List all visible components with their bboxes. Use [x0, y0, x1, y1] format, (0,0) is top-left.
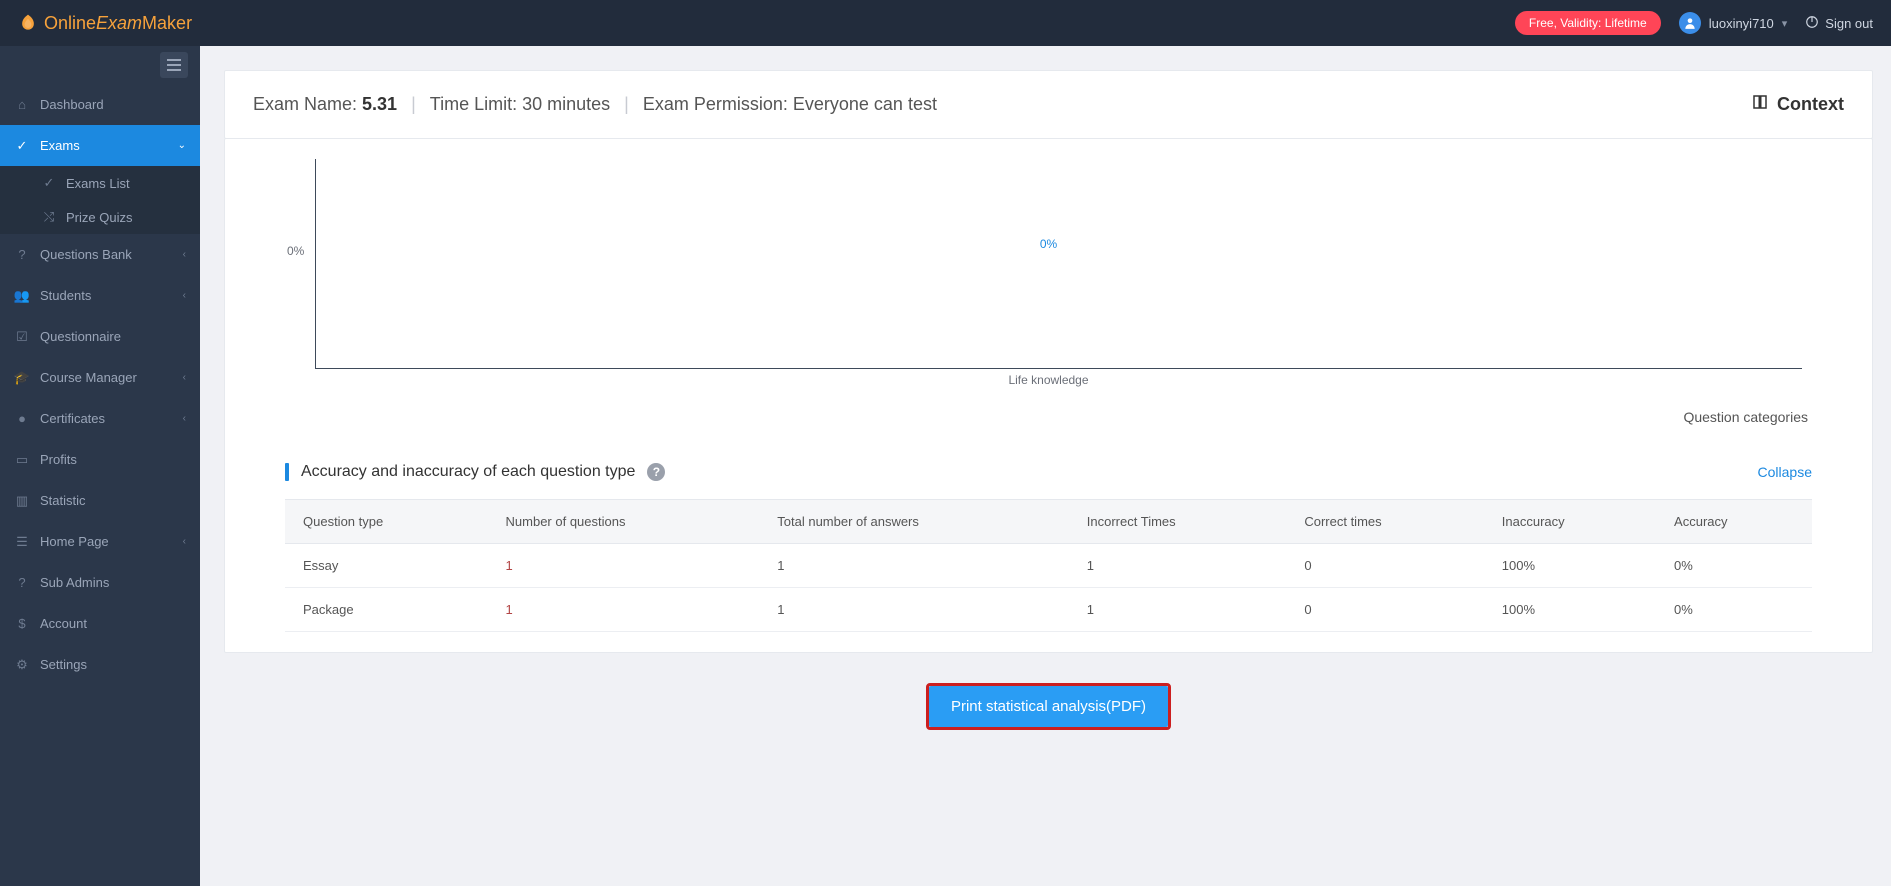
graduation-icon: 🎓: [14, 370, 30, 386]
collapse-link[interactable]: Collapse: [1758, 464, 1812, 480]
table-row: Package 1 1 1 0 100% 0%: [285, 588, 1812, 632]
shuffle-icon: ⤭: [42, 209, 56, 225]
sidebar-subitem-exams-list[interactable]: ✓Exams List: [0, 166, 200, 200]
separator: |: [411, 94, 416, 115]
sidebar-item-certificates[interactable]: ●Certificates‹: [0, 398, 200, 439]
sidebar-item-home-page[interactable]: ☰Home Page‹: [0, 521, 200, 562]
question-icon: ?: [14, 575, 30, 590]
table-row: Essay 1 1 1 0 100% 0%: [285, 544, 1812, 588]
th-correct: Correct times: [1286, 500, 1483, 544]
book-icon: [1751, 93, 1769, 116]
power-icon: [1805, 15, 1819, 32]
chart-panel: 0% 0% Life knowledge Question categories: [225, 139, 1872, 435]
sidebar-item-sub-admins[interactable]: ?Sub Admins: [0, 562, 200, 603]
accuracy-table: Question type Number of questions Total …: [285, 499, 1812, 632]
print-button-highlight: Print statistical analysis(PDF): [926, 683, 1171, 730]
chart-bar-value: 0%: [1040, 237, 1057, 251]
help-icon[interactable]: ?: [647, 463, 665, 481]
exam-header: Exam Name: 5.31 | Time Limit: 30 minutes…: [224, 70, 1873, 139]
brand-text: OnlineExamMaker: [44, 13, 192, 34]
dollar-icon: $: [14, 616, 30, 631]
chevron-left-icon: ‹: [183, 413, 186, 424]
sidebar-item-exams[interactable]: ✓Exams⌄: [0, 125, 200, 166]
table-header-row: Question type Number of questions Total …: [285, 500, 1812, 544]
chevron-left-icon: ‹: [183, 536, 186, 547]
sidebar: ⌂Dashboard ✓Exams⌄ ✓Exams List ⤭Prize Qu…: [0, 46, 200, 886]
th-question-type: Question type: [285, 500, 488, 544]
chevron-left-icon: ‹: [183, 249, 186, 260]
chart-category-label: Life knowledge: [1008, 373, 1088, 387]
certificate-icon: ●: [14, 411, 30, 426]
home-icon: ⌂: [14, 97, 30, 112]
th-accuracy: Accuracy: [1656, 500, 1812, 544]
y-tick-label: 0%: [287, 244, 304, 258]
card-icon: ▭: [14, 452, 30, 468]
validity-pill[interactable]: Free, Validity: Lifetime: [1515, 11, 1661, 35]
sidebar-item-questionnaire[interactable]: ☑Questionnaire: [0, 316, 200, 357]
layout-icon: ☰: [14, 534, 30, 550]
section-accent-bar: [285, 463, 289, 481]
separator: |: [624, 94, 629, 115]
main-content: Exam Name: 5.31 | Time Limit: 30 minutes…: [200, 46, 1891, 886]
sidebar-item-students[interactable]: 👥Students‹: [0, 275, 200, 316]
section-title: Accuracy and inaccuracy of each question…: [301, 463, 635, 481]
sidebar-item-dashboard[interactable]: ⌂Dashboard: [0, 84, 200, 125]
chevron-down-icon: ▾: [1782, 17, 1788, 30]
users-icon: 👥: [14, 288, 30, 304]
th-inaccuracy: Inaccuracy: [1484, 500, 1656, 544]
topbar: OnlineExamMaker Free, Validity: Lifetime…: [0, 0, 1891, 46]
th-num-questions: Number of questions: [488, 500, 760, 544]
accuracy-section: Accuracy and inaccuracy of each question…: [225, 435, 1872, 652]
sidebar-item-questions-bank[interactable]: ?Questions Bank‹: [0, 234, 200, 275]
username: luoxinyi710: [1709, 16, 1774, 31]
chevron-left-icon: ‹: [183, 372, 186, 383]
print-button[interactable]: Print statistical analysis(PDF): [929, 686, 1168, 727]
check-circle-icon: ✓: [14, 138, 30, 154]
sidebar-toggle[interactable]: [160, 52, 188, 78]
sidebar-item-course-manager[interactable]: 🎓Course Manager‹: [0, 357, 200, 398]
signout-button[interactable]: Sign out: [1805, 15, 1873, 32]
exam-name: Exam Name: 5.31: [253, 94, 397, 115]
sidebar-subitem-prize-quizs[interactable]: ⤭Prize Quizs: [0, 200, 200, 234]
logo-icon: [18, 13, 38, 33]
sidebar-item-statistic[interactable]: ▥Statistic: [0, 480, 200, 521]
avatar-icon: [1679, 12, 1701, 34]
time-limit: Time Limit: 30 minutes: [430, 94, 610, 115]
sidebar-item-settings[interactable]: ⚙Settings: [0, 644, 200, 685]
chart-icon: ▥: [14, 493, 30, 509]
question-icon: ?: [14, 247, 30, 262]
chevron-down-icon: ⌄: [178, 140, 186, 151]
user-menu[interactable]: luoxinyi710 ▾: [1679, 12, 1788, 34]
check-circle-icon: ✓: [42, 175, 56, 191]
chart-axes: [315, 159, 1802, 369]
check-square-icon: ☑: [14, 329, 30, 345]
brand[interactable]: OnlineExamMaker: [18, 13, 192, 34]
th-incorrect: Incorrect Times: [1069, 500, 1287, 544]
th-total-answers: Total number of answers: [759, 500, 1069, 544]
sidebar-item-profits[interactable]: ▭Profits: [0, 439, 200, 480]
exam-permission: Exam Permission: Everyone can test: [643, 94, 937, 115]
gear-icon: ⚙: [14, 657, 30, 673]
chevron-left-icon: ‹: [183, 290, 186, 301]
sidebar-item-account[interactable]: $Account: [0, 603, 200, 644]
context-button[interactable]: Context: [1751, 93, 1844, 116]
